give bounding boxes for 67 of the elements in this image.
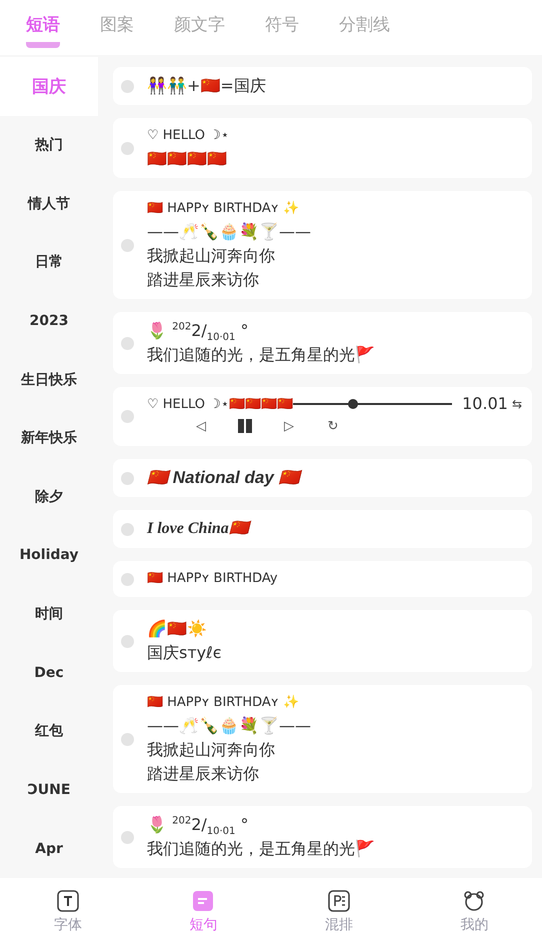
sidebar-item[interactable]: 除夕 xyxy=(0,467,98,526)
sidebar-item[interactable]: 情人节 xyxy=(0,174,98,233)
select-radio[interactable] xyxy=(121,732,134,746)
select-radio[interactable] xyxy=(121,472,134,484)
select-radio[interactable] xyxy=(121,634,134,648)
sidebar-item[interactable]: 红包 xyxy=(0,702,98,761)
player-control[interactable]: ◁ xyxy=(179,418,223,434)
sidebar-item[interactable]: ƆUNE xyxy=(0,760,98,820)
sidebar-item[interactable]: 热门 xyxy=(0,116,98,174)
phrase-card[interactable]: 🇨🇳 HAPPʏ BIRTHDAʏ ✨ ——🥂🍾🧁💐🍸—— 我掀起山河奔向你 踏进星辰来访你 xyxy=(113,685,532,793)
phrase-text: 国庆ѕтуℓє xyxy=(147,642,223,664)
select-radio[interactable] xyxy=(121,238,134,252)
sidebar-item[interactable]: 时间 xyxy=(0,584,98,644)
select-radio[interactable] xyxy=(121,572,134,586)
phrase-text: 🇨🇳 HAPPʏ BIRTHDAʏ ✨ xyxy=(147,200,300,218)
sidebar-item[interactable]: Apr xyxy=(0,819,98,878)
note-icon xyxy=(191,888,216,912)
phrase-text: ——🥂🍾🧁💐🍸—— xyxy=(147,715,312,737)
phrase-text: 🌈🇨🇳☀ xyxy=(147,618,208,640)
phrase-text: I love China🇨🇳 xyxy=(147,517,522,541)
phrase-text: 🌷 $^{202}$2/$_{10·01}$ ° xyxy=(147,814,250,837)
select-radio[interactable] xyxy=(121,142,134,154)
phrase-card[interactable]: I love China🇨🇳 xyxy=(113,510,532,548)
phrase-text: 🌷 $^{202}$2/$_{10·01}$ ° xyxy=(147,320,250,343)
profile-icon xyxy=(462,888,486,912)
phrase-text: ——🥂🍾🧁💐🍸—— xyxy=(147,221,312,243)
document-icon xyxy=(326,888,351,912)
repeat-glyph: ⇆ xyxy=(512,396,522,410)
player-control[interactable]: ▷ xyxy=(267,418,311,434)
sidebar-item[interactable]: 2023 xyxy=(0,292,98,350)
phrase-card[interactable]: 👭👬+🇨🇳=国庆 xyxy=(113,67,532,105)
phrase-text: 我掀起山河奔向你 xyxy=(147,739,276,761)
sidebar-item[interactable]: 生日快乐 xyxy=(0,350,98,409)
sidebar-item[interactable]: Dec xyxy=(0,643,98,702)
pause-icon xyxy=(237,418,253,434)
phrase-card[interactable]: ♡ HELLO ☽⋆ 🇨🇳🇨🇳🇨🇳🇨🇳 xyxy=(113,118,532,178)
phrase-text: ♡ HELLO ☽⋆ xyxy=(147,127,230,145)
sidebar-item[interactable]: Holiday xyxy=(0,526,98,585)
phrase-text: 我们追随的光，是五角星的光🚩 xyxy=(147,838,376,860)
phrase-text: 🇨🇳🇨🇳🇨🇳🇨🇳 xyxy=(147,148,228,170)
phrase-text: 👭👬+🇨🇳=国庆 xyxy=(147,75,267,97)
phrase-text: 🇨🇳 HAPPʏ BIRTHDAy xyxy=(147,570,279,588)
sidebar-item[interactable]: 新年快乐 xyxy=(0,408,98,468)
phrase-card[interactable]: 🇨🇳 HAPPʏ BIRTHDAʏ ✨ ——🥂🍾🧁💐🍸—— 我掀起山河奔向你 踏进星辰来访你 xyxy=(113,191,532,299)
select-radio[interactable] xyxy=(121,410,134,423)
phrase-text: 我们追随的光，是五角星的光🚩 xyxy=(147,344,376,366)
select-radio[interactable] xyxy=(121,336,134,350)
select-radio[interactable] xyxy=(121,522,134,536)
progress-thumb[interactable] xyxy=(348,398,358,408)
phrase-text: 🇨🇳 National day 🇨🇳 xyxy=(147,466,522,490)
player-control[interactable]: ↻ xyxy=(311,418,355,434)
phrase-text: 我掀起山河奔向你 xyxy=(147,245,276,267)
text-icon xyxy=(56,888,80,912)
phrase-card[interactable]: 🌷 $^{202}$2/$_{10·01}$ ° 我们追随的光，是五角星的光🚩 xyxy=(113,312,532,374)
phrase-card[interactable]: 🌈🇨🇳☀ 国庆ѕтуℓє xyxy=(113,610,532,672)
phrase-card[interactable]: ♡ HELLO ☽⋆🇨🇳🇨🇳🇨🇳🇨🇳 10.01 ⇆ ◁ ▷ ↻ xyxy=(113,387,532,446)
select-radio[interactable] xyxy=(121,830,134,844)
phrase-text: 踏进星辰来访你 xyxy=(147,269,260,291)
phrase-card[interactable]: 🇨🇳 National day 🇨🇳 xyxy=(113,459,532,497)
phrase-card[interactable]: 🌷 $^{202}$2/$_{10·01}$ ° 我们追随的光，是五角星的光🚩 xyxy=(113,806,532,868)
phrase-text: ♡ HELLO ☽⋆🇨🇳🇨🇳🇨🇳🇨🇳 xyxy=(147,396,293,412)
sidebar-item[interactable]: 日常 xyxy=(0,232,98,292)
time-reading: 10.01 xyxy=(462,394,508,413)
phrase-text: 🇨🇳 HAPPʏ BIRTHDAʏ ✨ xyxy=(147,694,300,712)
select-radio[interactable] xyxy=(121,80,134,92)
phrase-card[interactable]: 🇨🇳 HAPPʏ BIRTHDAy xyxy=(113,561,532,597)
phrase-text: 踏进星辰来访你 xyxy=(147,763,260,785)
